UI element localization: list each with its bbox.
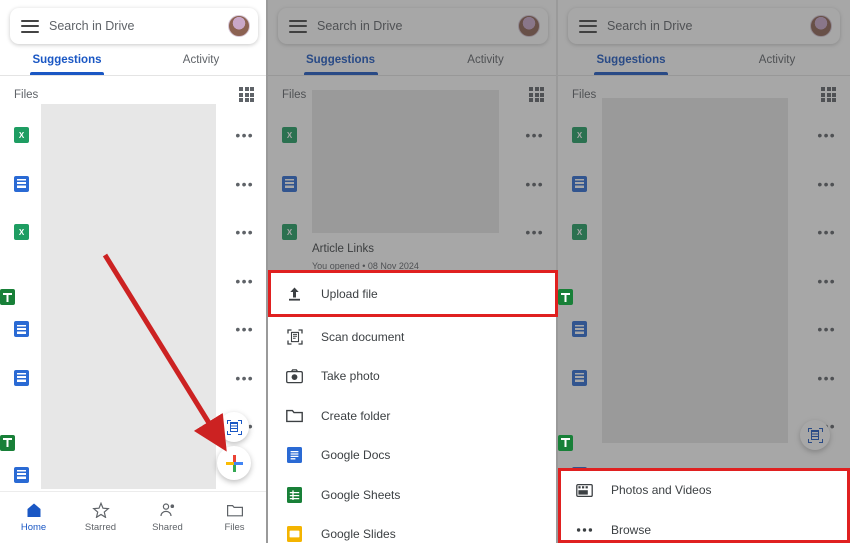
menu-item-take-photo[interactable]: Take photo <box>268 357 558 397</box>
scan-icon <box>286 328 303 345</box>
phone-panel-2: Search in Drive Suggestions Activity Fil… <box>268 0 558 543</box>
bottom-nav-label: Shared <box>152 522 183 533</box>
user-avatar[interactable] <box>228 15 250 37</box>
bottom-nav-label: Files <box>224 522 245 533</box>
google-docs-file-icon <box>14 466 29 483</box>
bottom-navigation: Home Starred Shared Files <box>0 491 268 543</box>
menu-item-create-folder[interactable]: Create folder <box>268 396 558 436</box>
upload-icon <box>286 285 303 302</box>
screenshot-stage: Search in Drive Suggestions Activity Fil… <box>0 0 850 543</box>
menu-item-label: Create folder <box>321 408 391 423</box>
bottom-nav-label: Home <box>20 522 47 533</box>
excel-file-icon: X <box>14 224 29 241</box>
create-bottom-sheet: Upload file Scan document Take photo Cre… <box>268 270 558 543</box>
hamburger-icon[interactable] <box>21 19 39 33</box>
menu-item-google-sheets[interactable]: Google Sheets <box>268 475 558 515</box>
bottom-nav-label: Starred <box>84 522 117 533</box>
tab-activity[interactable]: Activity <box>134 44 268 75</box>
create-new-fab-icon[interactable] <box>217 446 251 480</box>
browse-icon <box>576 522 593 539</box>
menu-item-photos-and-videos[interactable]: Photos and Videos <box>558 470 850 510</box>
folder-icon <box>286 407 303 424</box>
google-sheets-file-icon <box>558 289 573 305</box>
tab-bar: Suggestions Activity <box>0 44 268 75</box>
bottom-nav-starred[interactable]: Starred <box>67 501 134 533</box>
phone-panel-3: Search in Drive Suggestions Activity Fil… <box>558 0 850 543</box>
phone-panel-1: Search in Drive Suggestions Activity Fil… <box>0 0 268 543</box>
bottom-nav-home[interactable]: Home <box>0 502 67 533</box>
menu-item-label: Google Sheets <box>321 487 401 502</box>
panel-divider-2 <box>556 0 558 543</box>
menu-item-google-docs[interactable]: Google Docs <box>268 436 558 476</box>
row-overflow-icon[interactable]: ••• <box>235 128 254 142</box>
menu-item-label: Scan document <box>321 329 405 344</box>
menu-item-upload-file[interactable]: Upload file <box>268 270 558 317</box>
folder-icon <box>226 502 244 518</box>
tab-suggestions[interactable]: Suggestions <box>0 44 134 75</box>
search-input[interactable]: Search in Drive <box>49 19 228 33</box>
menu-item-google-slides[interactable]: Google Slides <box>268 515 558 543</box>
menu-item-label: Google Docs <box>321 448 391 463</box>
star-icon <box>91 501 110 519</box>
row-overflow-icon[interactable]: ••• <box>235 371 254 385</box>
menu-item-label: Browse <box>611 523 652 537</box>
google-docs-file-icon <box>14 321 29 338</box>
file-name-placeholder-block <box>41 104 216 489</box>
grid-view-icon[interactable] <box>239 87 254 102</box>
menu-item-label: Upload file <box>321 286 378 301</box>
google-sheets-file-icon <box>0 434 15 451</box>
menu-item-label: Take photo <box>321 369 380 384</box>
search-bar[interactable]: Search in Drive <box>10 8 258 44</box>
menu-item-label: Google Slides <box>321 527 396 542</box>
menu-item-label: Photos and Videos <box>611 483 712 497</box>
home-icon <box>25 502 43 518</box>
google-docs-icon <box>286 447 303 464</box>
google-docs-file-icon <box>14 175 29 192</box>
google-docs-file-icon <box>14 369 29 386</box>
camera-icon <box>286 368 303 385</box>
google-sheets-file-icon <box>558 434 573 451</box>
row-overflow-icon[interactable]: ••• <box>235 177 254 191</box>
menu-item-browse[interactable]: Browse <box>558 510 850 543</box>
panel-divider-1 <box>266 0 268 543</box>
excel-file-icon: X <box>14 127 29 144</box>
row-overflow-icon[interactable]: ••• <box>235 322 254 336</box>
photos-videos-icon <box>576 482 593 499</box>
scrim-overlay[interactable] <box>558 0 850 543</box>
google-sheets-file-icon <box>0 289 15 305</box>
upload-source-bottom-sheet: Photos and Videos Browse <box>558 470 850 543</box>
google-slides-icon <box>286 526 303 543</box>
google-sheets-icon <box>286 486 303 503</box>
scan-document-fab-icon[interactable] <box>219 412 249 442</box>
people-icon <box>159 502 177 518</box>
menu-item-scan-document[interactable]: Scan document <box>268 317 558 357</box>
row-overflow-icon[interactable]: ••• <box>235 225 254 239</box>
files-label: Files <box>14 88 39 101</box>
row-overflow-icon[interactable]: ••• <box>235 274 254 288</box>
bottom-nav-files[interactable]: Files <box>201 502 268 533</box>
bottom-nav-shared[interactable]: Shared <box>134 502 201 533</box>
